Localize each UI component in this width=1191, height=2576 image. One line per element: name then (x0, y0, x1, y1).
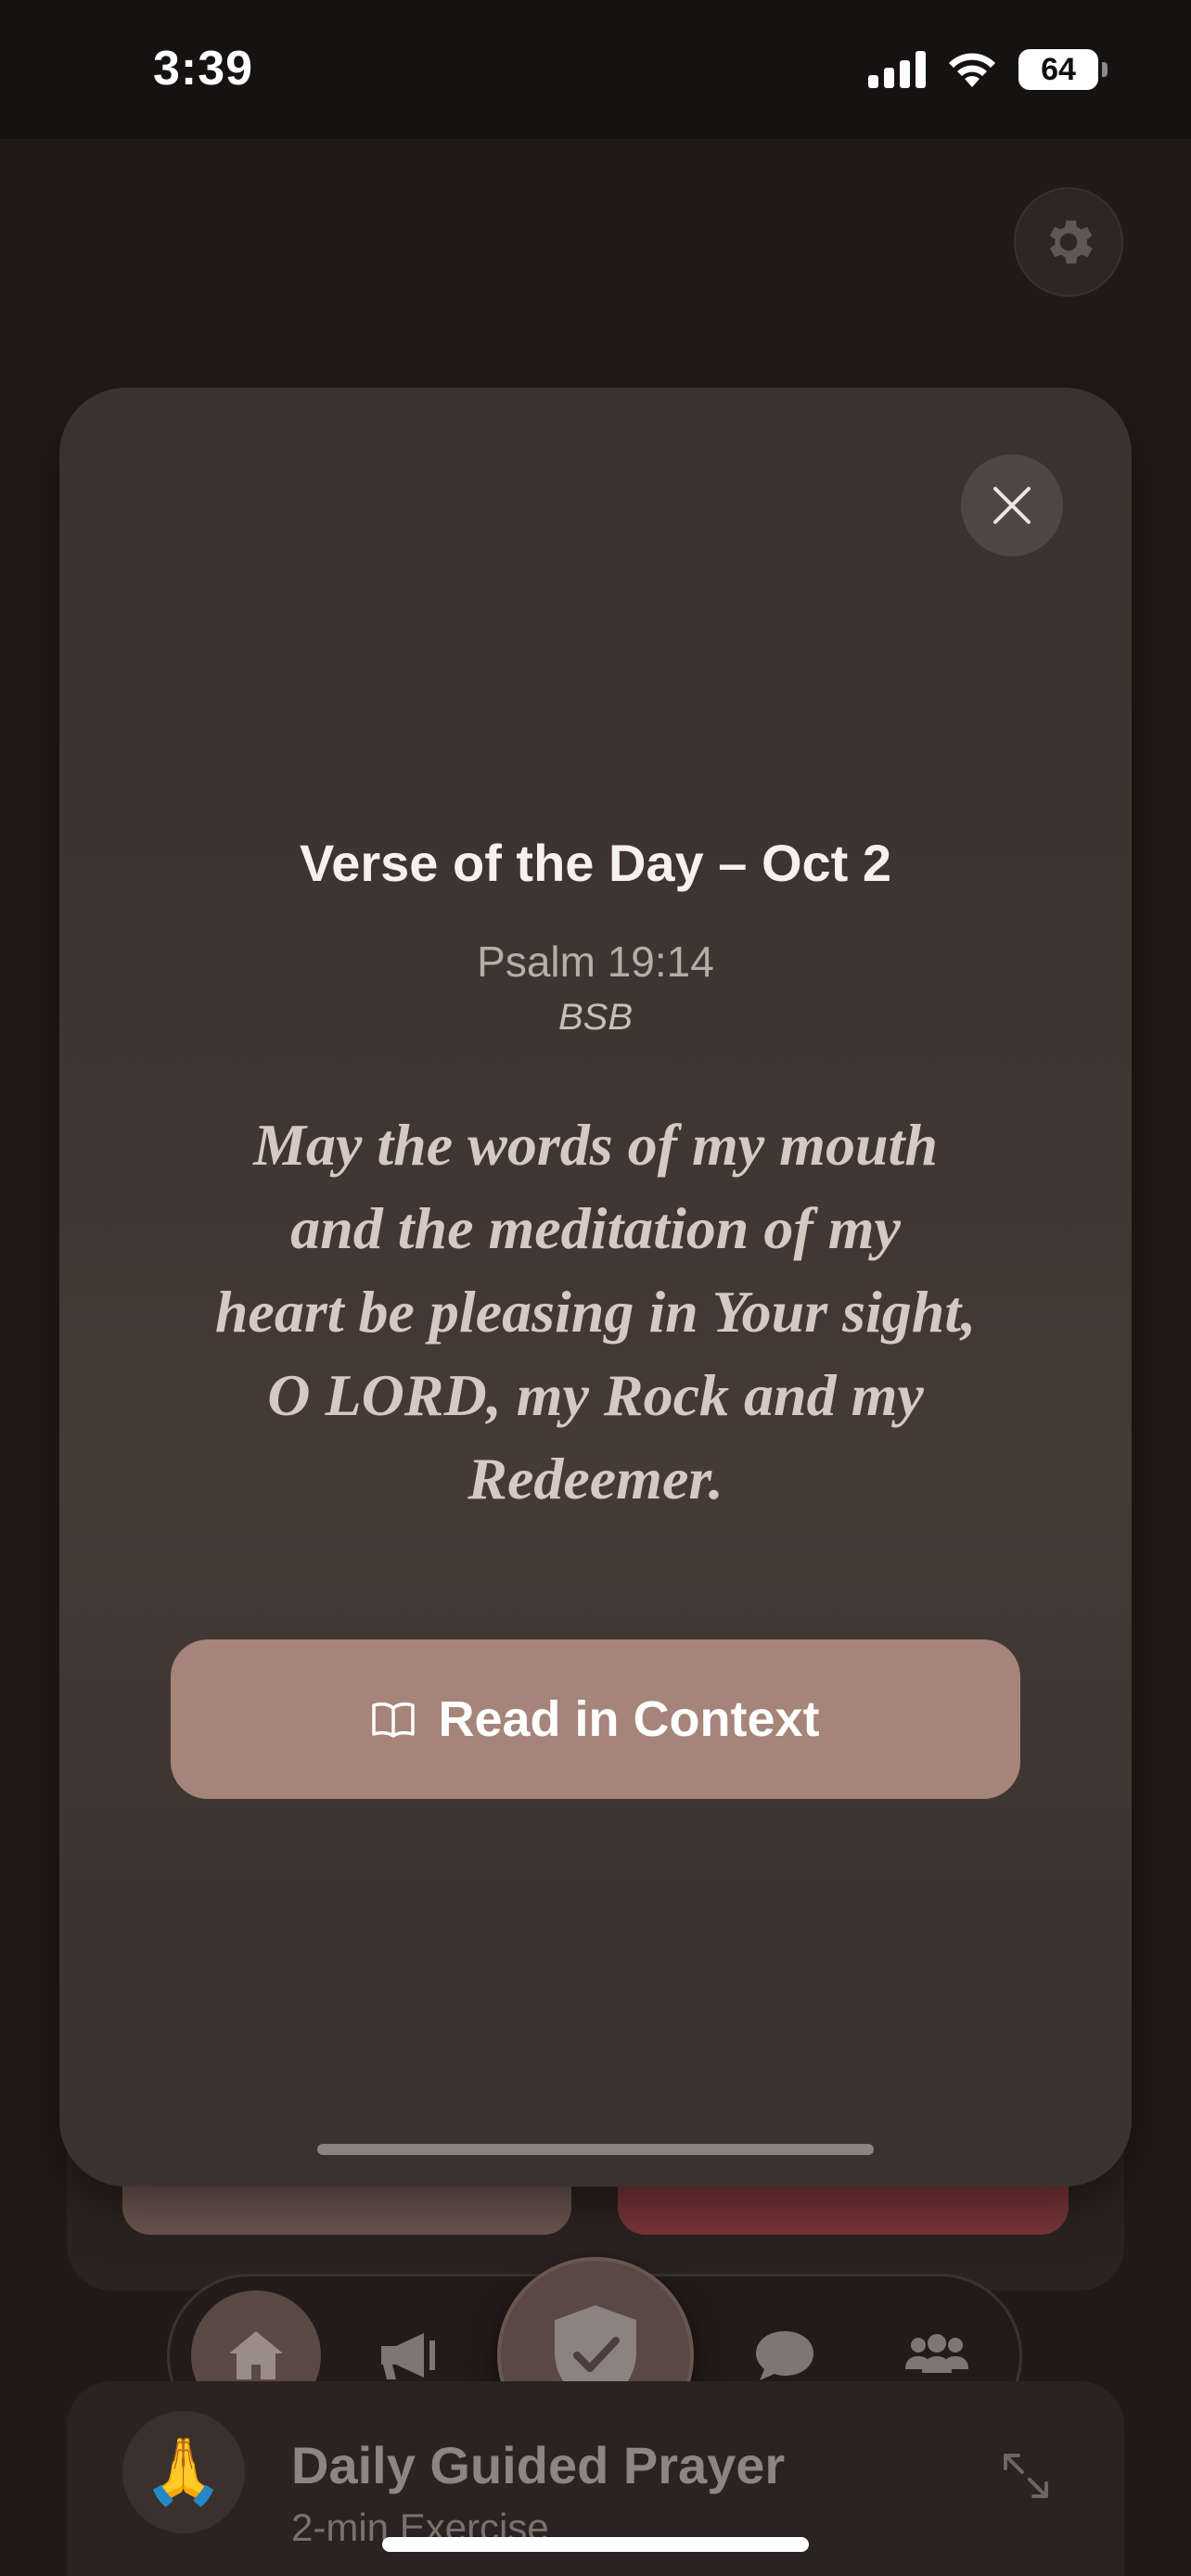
close-icon (993, 487, 1031, 524)
verse-line: Redeemer. (467, 1446, 724, 1511)
verse-line: heart be pleasing in Your sight, (214, 1279, 977, 1345)
verse-title: Verse of the Day – Oct 2 (299, 834, 892, 892)
home-indicator (382, 2537, 809, 2552)
people-icon (905, 2334, 968, 2373)
verse-line: O LORD, my Rock and my (267, 1362, 924, 1428)
modal-drag-handle[interactable] (317, 2144, 874, 2155)
read-in-context-label: Read in Context (438, 1691, 820, 1747)
battery-icon: 64 (1018, 49, 1108, 90)
close-button[interactable] (961, 454, 1063, 556)
status-icons: 64 (868, 48, 1108, 91)
praying-hands-icon: 🙏 (122, 2411, 245, 2533)
verse-text: May the words of my mouth and the medita… (148, 1103, 1043, 1521)
battery-level: 64 (1041, 51, 1076, 87)
cellular-signal-icon (868, 51, 926, 88)
expand-icon[interactable] (1000, 2450, 1052, 2502)
status-time: 3:39 (153, 42, 254, 96)
settings-button[interactable] (1014, 187, 1123, 297)
gear-icon (1049, 220, 1093, 264)
read-in-context-button[interactable]: Read in Context (171, 1639, 1020, 1799)
book-icon (372, 1702, 416, 1738)
verse-reference: Psalm 19:14 (477, 937, 714, 986)
status-bar: 3:39 64 (0, 0, 1191, 139)
verse-line: and the meditation of my (290, 1195, 901, 1261)
prayer-title: Daily Guided Prayer (291, 2436, 786, 2494)
home-icon (229, 2331, 283, 2379)
wifi-icon (949, 53, 995, 87)
chat-bubble-icon (756, 2331, 813, 2380)
verse-translation: BSB (557, 997, 634, 1038)
megaphone-icon (381, 2333, 435, 2379)
verse-line: May the words of my mouth (253, 1112, 938, 1178)
